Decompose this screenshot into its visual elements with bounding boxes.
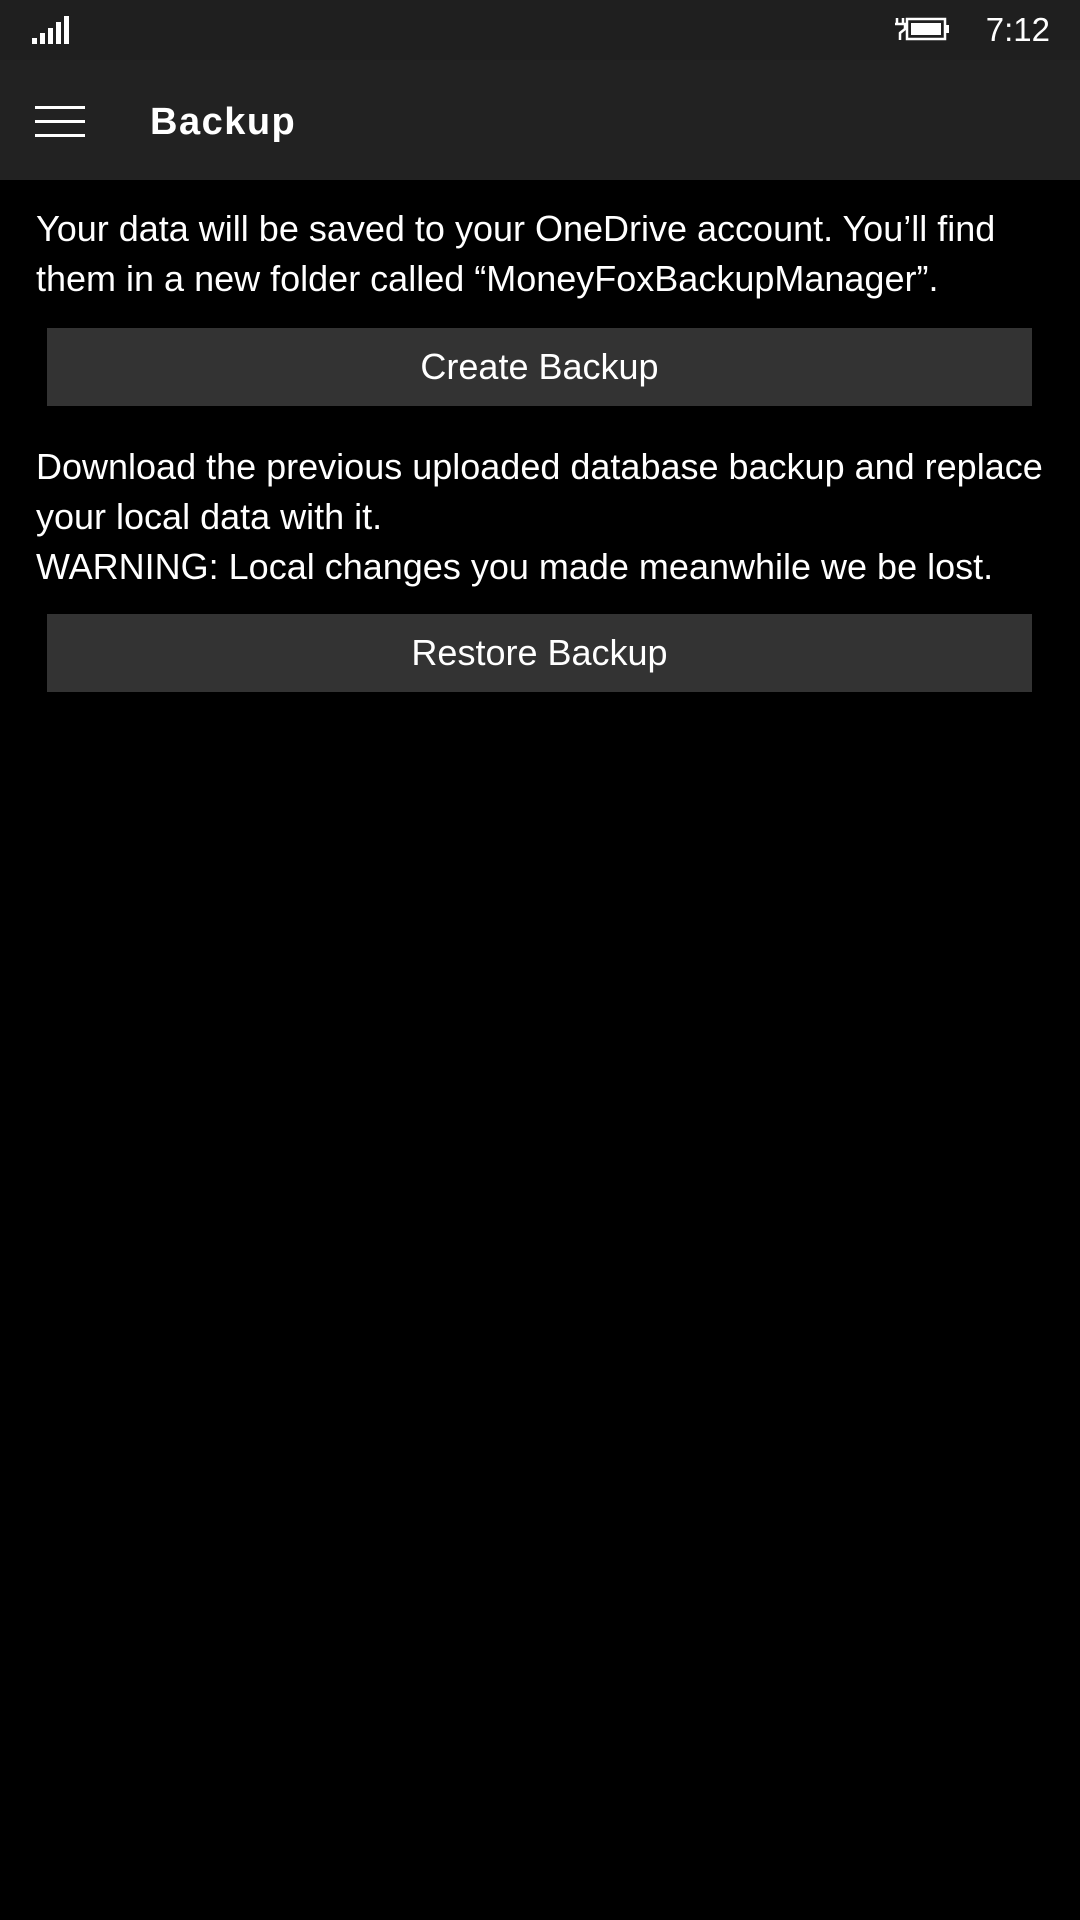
signal-strength-icon <box>32 16 69 44</box>
clock: 7:12 <box>985 11 1050 48</box>
restore-description-line1: Download the previous uploaded database … <box>36 446 1043 537</box>
create-backup-description: Your data will be saved to your OneDrive… <box>36 208 996 299</box>
backup-content: Your data will be saved to your OneDrive… <box>36 204 1046 692</box>
app-bar: Backup <box>0 60 1080 180</box>
restore-backup-button[interactable]: Restore Backup <box>47 614 1032 692</box>
page-title: Backup <box>150 101 297 143</box>
status-bar: 7:12 <box>0 0 1080 60</box>
restore-warning-text: WARNING: Local changes you made meanwhil… <box>36 546 994 587</box>
hamburger-menu-icon[interactable] <box>24 88 94 152</box>
restore-backup-description: Download the previous uploaded database … <box>36 442 1046 592</box>
create-backup-button[interactable]: Create Backup <box>47 328 1032 406</box>
battery-charging-icon <box>895 17 949 41</box>
